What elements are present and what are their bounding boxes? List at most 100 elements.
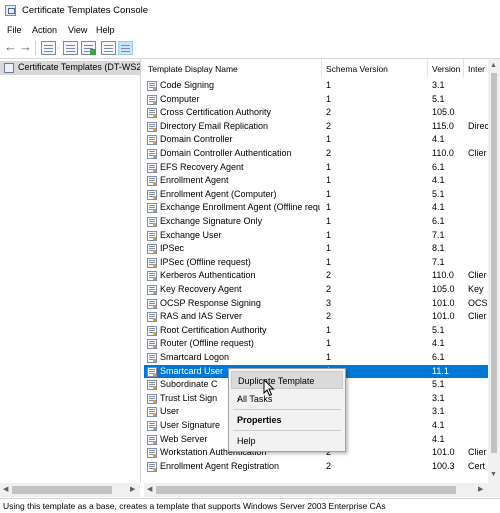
menu-help[interactable]: Help: [96, 25, 115, 35]
table-row[interactable]: Smartcard Logon 1 6.1: [144, 351, 488, 365]
certificate-template-icon: [147, 176, 157, 187]
menu-item-all-tasks[interactable]: All Tasks ›: [231, 390, 343, 408]
status-bar: Using this template as a base, creates a…: [0, 498, 500, 513]
schema-version-cell: 1: [326, 202, 332, 213]
scroll-down-icon[interactable]: ▼: [490, 471, 497, 478]
version-cell: 101.0: [432, 447, 455, 458]
intended-purposes-cell: OCS: [468, 297, 488, 308]
list-vertical-scrollbar[interactable]: ▲ ▼: [488, 59, 500, 483]
version-cell: 6.1: [432, 161, 445, 172]
schema-version-cell: 1: [326, 93, 332, 104]
schema-version-cell: 1: [326, 229, 332, 240]
template-name-cell: Computer: [160, 93, 200, 104]
column-header-schema-version[interactable]: Schema Version: [322, 59, 428, 77]
scroll-left-icon[interactable]: ◀: [3, 485, 8, 493]
table-row[interactable]: Enrollment Agent Registration 2 100.3 Cert: [144, 460, 488, 474]
table-row[interactable]: Enrollment Agent (Computer) 1 5.1: [144, 188, 488, 202]
certificate-template-icon: [147, 461, 157, 472]
table-row[interactable]: IPSec (Offline request) 1 7.1: [144, 256, 488, 270]
menu-item-help[interactable]: Help: [231, 432, 343, 450]
version-cell: 4.1: [432, 134, 445, 145]
schema-version-cell: 1: [326, 243, 332, 254]
table-row[interactable]: IPSec 1 8.1: [144, 242, 488, 256]
column-header-label: Inter: [468, 64, 486, 74]
table-row[interactable]: Computer 1 5.1: [144, 93, 488, 107]
certificate-template-icon: [147, 448, 157, 459]
menu-file[interactable]: File: [7, 25, 22, 35]
table-row[interactable]: Directory Email Replication 2 115.0 Direc: [144, 120, 488, 134]
version-cell: 110.0: [432, 270, 454, 281]
table-row[interactable]: Exchange Enrollment Agent (Offline requ.…: [144, 201, 488, 215]
scroll-right-icon[interactable]: ▶: [478, 485, 483, 493]
version-cell: 6.1: [432, 352, 445, 362]
version-cell: 4.1: [432, 420, 445, 430]
version-cell: 5.1: [432, 324, 445, 335]
help-icon[interactable]: [101, 41, 116, 55]
properties-icon[interactable]: [63, 41, 78, 55]
table-row[interactable]: Kerberos Authentication 2 110.0 Clier: [144, 269, 488, 283]
table-row[interactable]: Key Recovery Agent 2 105.0 Key: [144, 283, 488, 297]
version-cell: 115.0: [432, 120, 454, 131]
tree-horizontal-scrollbar[interactable]: ◀ ▶: [0, 483, 140, 497]
certificate-template-icon: [147, 135, 157, 146]
template-name-cell: Directory Email Replication: [160, 120, 269, 131]
menu-item-properties[interactable]: Properties: [231, 411, 343, 429]
column-header-label: Version: [432, 64, 461, 74]
intended-purposes-cell: Clier: [468, 270, 487, 281]
table-row[interactable]: Code Signing 1 3.1: [144, 79, 488, 93]
schema-version-cell: 1: [326, 216, 332, 226]
template-name-cell: IPSec: [160, 243, 185, 254]
tree-item-label: Certificate Templates (DT-WS202: [18, 62, 140, 72]
scrollbar-thumb[interactable]: [491, 73, 497, 453]
schema-version-cell: 1: [326, 134, 332, 145]
show-hide-action-pane-icon[interactable]: [118, 41, 133, 55]
scrollbar-thumb[interactable]: [12, 486, 112, 494]
table-row[interactable]: Router (Offline request) 1 4.1: [144, 337, 488, 351]
menu-view[interactable]: View: [68, 25, 87, 35]
schema-version-cell: 1: [326, 80, 332, 90]
template-name-cell: Code Signing: [160, 80, 215, 90]
table-row[interactable]: Exchange User 1 7.1: [144, 229, 488, 243]
table-row[interactable]: OCSP Response Signing 3 101.0 OCS: [144, 297, 488, 311]
version-cell: 101.0: [432, 311, 455, 322]
scrollbar-thumb[interactable]: [156, 486, 456, 494]
schema-version-cell: 1: [326, 352, 332, 362]
schema-version-cell: 1: [326, 175, 332, 186]
table-row[interactable]: Enrollment Agent 1 4.1: [144, 174, 488, 188]
table-row[interactable]: Root Certification Authority 1 5.1: [144, 324, 488, 338]
table-row[interactable]: EFS Recovery Agent 1 6.1: [144, 161, 488, 175]
table-row[interactable]: Domain Controller Authentication 2 110.0 Cl…: [144, 147, 488, 161]
scroll-right-icon[interactable]: ▶: [130, 485, 135, 493]
export-list-icon[interactable]: [81, 41, 96, 55]
certificate-template-icon: [147, 203, 157, 214]
version-cell: 4.1: [432, 175, 445, 186]
column-header-intended-purposes[interactable]: Inter: [464, 59, 488, 77]
schema-version-cell: 3: [326, 297, 332, 308]
version-cell: 4.1: [432, 202, 445, 213]
version-cell: 7.1: [432, 229, 445, 240]
tree-item-certificate-templates[interactable]: Certificate Templates (DT-WS202: [0, 61, 140, 75]
intended-purposes-cell: Cert: [468, 460, 486, 471]
back-icon[interactable]: ←: [3, 40, 18, 55]
table-row[interactable]: Cross Certification Authority 2 105.0: [144, 106, 488, 120]
forward-icon[interactable]: →: [18, 40, 33, 55]
table-row[interactable]: RAS and IAS Server 2 101.0 Clier: [144, 310, 488, 324]
schema-version-cell: 1: [326, 338, 332, 349]
scroll-left-icon[interactable]: ◀: [147, 485, 152, 493]
scroll-up-icon[interactable]: ▲: [490, 62, 497, 69]
menu-item-duplicate-template[interactable]: Duplicate Template: [231, 371, 343, 389]
menu-action[interactable]: Action: [32, 25, 57, 35]
certificate-template-icon: [147, 149, 157, 159]
list-horizontal-scrollbar[interactable]: ◀ ▶: [144, 483, 488, 497]
version-cell: 3.1: [432, 80, 445, 90]
table-row[interactable]: Exchange Signature Only 1 6.1: [144, 215, 488, 229]
template-name-cell: Domain Controller Authentication: [160, 148, 292, 158]
console-tree-icon[interactable]: [41, 41, 56, 55]
table-row[interactable]: Domain Controller 1 4.1: [144, 133, 488, 147]
template-name-cell: Exchange Enrollment Agent (Offline requ.…: [160, 202, 320, 213]
certificate-template-icon: [147, 380, 157, 391]
column-header-version[interactable]: Version: [428, 59, 464, 77]
version-cell: 7.1: [432, 256, 445, 267]
version-cell: 6.1: [432, 216, 445, 226]
column-header-display-name[interactable]: Template Display Name ⌃: [144, 59, 322, 77]
